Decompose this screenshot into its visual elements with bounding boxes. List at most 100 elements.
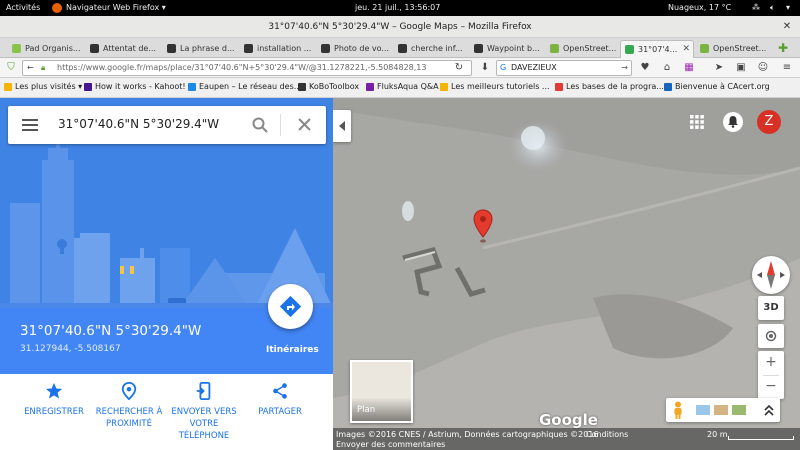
notifications-button[interactable] bbox=[723, 112, 743, 132]
pegman-icon[interactable] bbox=[672, 401, 684, 419]
map-layer-switcher[interactable]: Plan bbox=[350, 360, 413, 423]
bookmark-favicon-icon bbox=[555, 83, 563, 91]
bookmark-kobotoolbox[interactable]: KoBoToolbox bbox=[298, 82, 359, 91]
my-location-button[interactable] bbox=[758, 324, 784, 348]
directions-label[interactable]: Itinéraires bbox=[266, 345, 319, 355]
apps-grid-icon[interactable] bbox=[690, 115, 704, 129]
tab-openstreetmap-1[interactable]: OpenStreet... bbox=[546, 40, 622, 58]
search-icon[interactable] bbox=[252, 117, 268, 133]
search-input[interactable]: 31°07'40.6"N 5°30'29.4"W bbox=[58, 117, 219, 131]
tab-waypoint[interactable]: Waypoint b... bbox=[470, 40, 546, 58]
network-icon[interactable]: ⁂ bbox=[752, 3, 760, 12]
feedback-link[interactable]: Envoyer des commentaires bbox=[336, 440, 445, 449]
satellite-map[interactable]: Z 3D + − Plan Google Images ©2016 CNES /… bbox=[333, 98, 800, 450]
tab-favicon-icon bbox=[12, 44, 21, 53]
place-hero-illustration: 31°07'40.6"N 5°30'29.4"W bbox=[0, 98, 333, 308]
volume-icon[interactable]: 🔈︎ bbox=[770, 3, 775, 13]
tab-close-icon[interactable]: ✕ bbox=[682, 41, 690, 58]
tab-favicon-icon bbox=[321, 44, 330, 53]
bookmarks-toolbar: Les plus visités ▾ How it works - Kahoot… bbox=[0, 78, 800, 98]
tab-installation[interactable]: installation ... bbox=[240, 40, 316, 58]
lock-icon: 🔒︎ bbox=[41, 63, 46, 72]
new-tab-icon[interactable]: ✚ bbox=[774, 40, 794, 58]
chat-icon[interactable]: ☺ bbox=[756, 61, 770, 75]
tab-google-maps-active[interactable]: 31°07'4... ✕ bbox=[620, 40, 694, 58]
search-nearby-button[interactable]: RECHERCHER À PROXIMITÉ bbox=[88, 382, 170, 430]
directions-icon bbox=[280, 296, 301, 317]
pocket-icon[interactable]: ♥ bbox=[638, 61, 652, 75]
bookmark-most-visited[interactable]: Les plus visités ▾ bbox=[4, 82, 82, 91]
send-icon[interactable]: ➤ bbox=[712, 61, 726, 75]
send-to-phone-button[interactable]: ENVOYER VERS VOTRE TÉLÉPHONE bbox=[163, 382, 245, 442]
firefox-icon bbox=[52, 3, 62, 13]
bookmark-eaupen[interactable]: Eaupen – Le réseau des... bbox=[188, 82, 301, 91]
terms-link[interactable]: Conditions bbox=[586, 430, 628, 439]
attribution-text: Images ©2016 CNES / Astrium, Données car… bbox=[336, 430, 599, 439]
tab-favicon-icon bbox=[625, 45, 634, 54]
nearby-pin-icon bbox=[121, 382, 137, 400]
back-icon[interactable]: ← bbox=[27, 61, 34, 75]
tab-favicon-icon bbox=[550, 44, 559, 53]
tab-cherche[interactable]: cherche inf... bbox=[394, 40, 470, 58]
bookmark-bases-programmation[interactable]: Les bases de la progra... bbox=[555, 82, 664, 91]
bookmark-favicon-icon bbox=[440, 83, 448, 91]
window-close-icon[interactable]: ✕ bbox=[780, 20, 794, 34]
search-box[interactable]: 31°07'40.6"N 5°30'29.4"W bbox=[8, 106, 326, 144]
tab-la-phrase[interactable]: La phrase d... bbox=[163, 40, 239, 58]
close-icon[interactable] bbox=[298, 118, 311, 131]
directions-button[interactable] bbox=[268, 284, 313, 329]
screenshot-icon[interactable]: ▣ bbox=[734, 61, 748, 75]
hamburger-menu-icon[interactable]: ≡ bbox=[780, 61, 794, 75]
save-button[interactable]: ENREGISTRER bbox=[13, 382, 95, 418]
navigation-toolbar: ⛉ ← 🔒︎ https://www.google.fr/maps/place/… bbox=[0, 58, 800, 78]
bookmark-favicon-icon bbox=[84, 83, 92, 91]
reload-icon[interactable]: ↻ bbox=[452, 61, 466, 75]
url-text: https://www.google.fr/maps/place/31°07'4… bbox=[57, 63, 427, 72]
home-icon[interactable]: ⌂ bbox=[660, 61, 674, 75]
zoom-control: + − bbox=[758, 351, 784, 399]
tab-openstreetmap-2[interactable]: OpenStreet... bbox=[696, 40, 772, 58]
bookmark-cacert[interactable]: Bienvenue à CAcert.org bbox=[664, 82, 770, 91]
window-title: 31°07'40.6"N 5°30'29.4"W – Google Maps –… bbox=[0, 16, 800, 38]
url-bar[interactable]: ← 🔒︎ https://www.google.fr/maps/place/31… bbox=[22, 60, 472, 76]
activities-button[interactable]: Activités bbox=[6, 3, 40, 12]
weather-status[interactable]: Nuageux, 17 °C bbox=[668, 3, 731, 12]
power-menu-icon[interactable]: ▾ bbox=[786, 3, 790, 12]
tab-favicon-icon bbox=[474, 44, 483, 53]
search-field[interactable]: G DAVEZIEUX → bbox=[496, 60, 632, 76]
layer-label: Plan bbox=[357, 405, 376, 415]
bookmark-kahoot[interactable]: How it works - Kahoot! bbox=[84, 82, 186, 91]
scale-bar bbox=[728, 436, 794, 440]
search-go-icon[interactable]: → bbox=[621, 61, 628, 75]
collapse-panel-button[interactable] bbox=[333, 110, 351, 142]
clock[interactable]: jeu. 21 juil., 13:56:07 bbox=[355, 3, 440, 12]
user-avatar[interactable]: Z bbox=[757, 110, 781, 134]
chevron-left-icon bbox=[339, 121, 345, 131]
google-logo: Google bbox=[539, 411, 598, 429]
place-coordinates: 31.127944, -5.508167 bbox=[20, 344, 121, 354]
bookmark-tutoriels[interactable]: Les meilleurs tutoriels ... bbox=[440, 82, 550, 91]
search-field-value: DAVEZIEUX bbox=[511, 63, 557, 72]
map-footer: Images ©2016 CNES / Astrium, Données car… bbox=[333, 428, 800, 450]
extension-grid-icon[interactable]: ▦ bbox=[682, 61, 696, 75]
compass-button[interactable] bbox=[752, 256, 790, 294]
imagery-thumb-3[interactable] bbox=[732, 405, 746, 415]
send-to-phone-icon bbox=[196, 382, 211, 400]
bookmark-fluksaqua[interactable]: FluksAqua Q&A bbox=[366, 82, 439, 91]
tab-photo[interactable]: Photo de vo... bbox=[317, 40, 393, 58]
shield-icon[interactable]: ⛉ bbox=[4, 61, 18, 75]
imagery-thumb-2[interactable] bbox=[714, 405, 728, 415]
imagery-thumb-1[interactable] bbox=[696, 405, 710, 415]
zoom-in-button[interactable]: + bbox=[758, 351, 784, 375]
download-icon[interactable]: ⬇ bbox=[478, 61, 492, 75]
location-pin-icon[interactable] bbox=[473, 209, 493, 245]
expand-up-icon[interactable] bbox=[764, 404, 774, 416]
3d-toggle-button[interactable]: 3D bbox=[758, 296, 784, 320]
share-button[interactable]: PARTAGER bbox=[239, 382, 321, 418]
zoom-out-button[interactable]: − bbox=[758, 375, 784, 399]
app-menu[interactable]: Navigateur Web Firefox ▾ bbox=[66, 3, 166, 12]
tab-pad-organis[interactable]: Pad Organis... bbox=[8, 40, 84, 58]
tab-attentat[interactable]: Attentat de... bbox=[86, 40, 162, 58]
gnome-top-bar: Activités Navigateur Web Firefox ▾ jeu. … bbox=[0, 0, 800, 16]
menu-icon[interactable] bbox=[22, 119, 38, 131]
